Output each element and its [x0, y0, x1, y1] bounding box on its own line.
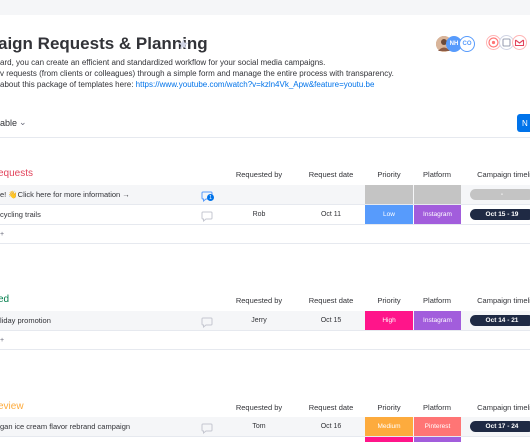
requested-by-cell[interactable]: Rob [225, 205, 293, 224]
row-divider [0, 224, 530, 225]
column-header-platform[interactable]: Platform [413, 403, 461, 412]
table-row[interactable]: liday promotion Jerry Oct 15 High Instag… [0, 311, 530, 331]
group-title-review[interactable]: eview [0, 401, 24, 412]
table-row[interactable]: gan ice cream flavor rebrand campaign To… [0, 417, 530, 437]
requested-by-cell[interactable]: Tom [225, 417, 293, 436]
updates-bubble-icon[interactable] [201, 315, 213, 329]
group-title-requests[interactable]: equests [0, 168, 33, 179]
column-header-platform[interactable]: Platform [413, 170, 461, 179]
item-name[interactable]: e! 👋Click here for more information → [0, 190, 130, 199]
row-divider [0, 330, 530, 331]
priority-status-low[interactable]: Low [365, 205, 413, 224]
group-footer-line [0, 349, 530, 350]
board-description-text: about this package of templates here: [0, 80, 136, 89]
platform-status-pinterest[interactable]: Pinterest [414, 417, 461, 436]
timeline-bar[interactable]: - [470, 189, 530, 200]
table-row[interactable]: cycling trails Rob Oct 11 Low Instagram … [0, 205, 530, 225]
platform-status-instagram[interactable]: Instagram [414, 311, 461, 330]
timeline-bar[interactable]: Oct 14 - 21 [470, 315, 530, 326]
view-selector[interactable]: able [0, 118, 17, 128]
add-item-row[interactable]: + [0, 337, 4, 344]
platform-status-instagram[interactable]: Instagram [414, 205, 461, 224]
column-header-campaign-timeline[interactable]: Campaign timeli [474, 296, 530, 305]
favorite-star-icon[interactable]: ★ [177, 36, 190, 53]
chevron-down-icon[interactable]: ⌄ [19, 117, 27, 128]
group-footer-line [0, 243, 530, 244]
priority-status-empty[interactable] [365, 185, 413, 204]
item-name[interactable]: gan ice cream flavor rebrand campaign [0, 422, 130, 431]
table-row[interactable]: e! 👋Click here for more information → 1 … [0, 185, 530, 205]
column-header-campaign-timeline[interactable]: Campaign timeli [474, 170, 530, 179]
user-avatar-co[interactable]: CO [459, 36, 475, 52]
board-description-line-1: ard, you can create an efficient and sta… [0, 58, 326, 67]
item-name[interactable]: cycling trails [0, 210, 41, 219]
request-date-cell[interactable]: Oct 11 [297, 205, 365, 224]
request-date-cell[interactable]: Oct 15 [297, 311, 365, 330]
toolbar-divider [0, 137, 530, 138]
updates-bubble-icon[interactable] [201, 421, 213, 435]
priority-status-high[interactable]: High [365, 311, 413, 330]
priority-status-medium[interactable]: Medium [365, 417, 413, 436]
timeline-bar[interactable]: Oct 15 - 19 [470, 209, 530, 220]
column-header-request-date[interactable]: Request date [297, 170, 365, 179]
column-header-platform[interactable]: Platform [413, 296, 461, 305]
column-header-priority[interactable]: Priority [365, 403, 413, 412]
gmail-icon[interactable] [512, 35, 527, 50]
column-header-requested-by[interactable]: Requested by [225, 170, 293, 179]
next-row-priority-fragment [365, 437, 413, 442]
timeline-bar[interactable]: Oct 17 - 24 [470, 421, 530, 432]
column-header-campaign-timeline[interactable]: Campaign timeli [474, 403, 530, 412]
column-header-priority[interactable]: Priority [365, 170, 413, 179]
new-item-button[interactable]: N [517, 114, 530, 132]
column-header-request-date[interactable]: Request date [297, 296, 365, 305]
request-date-cell[interactable]: Oct 16 [297, 417, 365, 436]
top-strip [0, 0, 530, 15]
board-description-line-3: about this package of templates here: ht… [0, 80, 374, 89]
column-header-requested-by[interactable]: Requested by [225, 296, 293, 305]
next-row-platform-fragment [414, 437, 461, 442]
board-description-line-2: v requests (from clients or colleagues) … [0, 69, 394, 78]
updates-bubble-icon[interactable] [201, 209, 213, 223]
group-title-approved[interactable]: ed [0, 294, 9, 305]
item-name[interactable]: liday promotion [0, 316, 51, 325]
requested-by-cell[interactable]: Jerry [225, 311, 293, 330]
column-header-priority[interactable]: Priority [365, 296, 413, 305]
youtube-link[interactable]: https://www.youtube.com/watch?v=kzln4Vk_… [136, 80, 375, 89]
updates-count-badge: 1 [207, 194, 214, 201]
add-item-row[interactable]: + [0, 231, 4, 238]
platform-status-empty[interactable] [414, 185, 461, 204]
column-header-requested-by[interactable]: Requested by [225, 403, 293, 412]
column-header-request-date[interactable]: Request date [297, 403, 365, 412]
